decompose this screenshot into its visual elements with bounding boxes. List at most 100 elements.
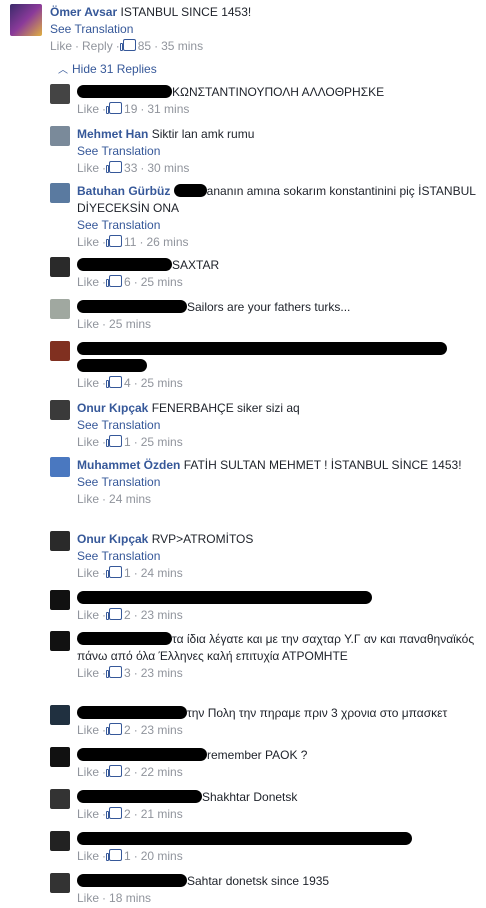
redaction-mark	[77, 706, 187, 719]
comment-text: RVP>ATROMİTOS	[151, 532, 254, 546]
avatar[interactable]	[50, 257, 70, 277]
like-button[interactable]: Like	[77, 317, 99, 331]
like-button[interactable]: Like	[77, 161, 99, 175]
like-button[interactable]: Like	[77, 608, 99, 622]
timestamp[interactable]: 25 mins	[141, 275, 183, 289]
avatar[interactable]	[50, 747, 70, 767]
comment-text: SAXTAR	[172, 258, 220, 272]
avatar[interactable]	[50, 457, 70, 477]
like-count[interactable]: 2	[124, 608, 131, 622]
comment-author[interactable]: Onur Kıpçak	[77, 532, 148, 546]
redaction-mark	[77, 591, 372, 604]
see-translation-link[interactable]: See Translation	[77, 474, 477, 491]
like-button[interactable]: Like	[77, 765, 99, 779]
like-count[interactable]: 85	[138, 39, 151, 53]
timestamp[interactable]: 25 mins	[141, 376, 183, 390]
see-translation-link[interactable]: See Translation	[77, 548, 477, 565]
like-button[interactable]: Like	[50, 39, 72, 53]
like-count[interactable]: 33	[124, 161, 137, 175]
avatar[interactable]	[10, 4, 42, 36]
timestamp[interactable]: 18 mins	[109, 891, 151, 905]
see-translation-link[interactable]: See Translation	[77, 417, 477, 434]
thumbs-up-icon	[119, 39, 136, 51]
thumbs-up-icon	[106, 566, 123, 578]
like-button[interactable]: Like	[77, 566, 99, 580]
redaction-mark	[77, 300, 187, 313]
timestamp[interactable]: 22 mins	[141, 765, 183, 779]
thumbs-up-icon	[106, 435, 123, 447]
like-button[interactable]: Like	[77, 275, 99, 289]
like-count[interactable]: 1	[124, 435, 131, 449]
timestamp[interactable]: 20 mins	[141, 849, 183, 863]
like-count[interactable]: 6	[124, 275, 131, 289]
like-button[interactable]: Like	[77, 376, 99, 390]
redaction-mark	[77, 790, 202, 803]
timestamp[interactable]: 26 mins	[146, 235, 188, 249]
timestamp[interactable]: 23 mins	[141, 723, 183, 737]
comment-author[interactable]: Onur Kıpçak	[77, 401, 148, 415]
comment-author[interactable]: Ömer Avsar	[50, 5, 117, 19]
like-button[interactable]: Like	[77, 849, 99, 863]
timestamp[interactable]: 21 mins	[141, 807, 183, 821]
avatar[interactable]	[50, 705, 70, 725]
redaction-mark	[77, 748, 207, 761]
timestamp[interactable]: 23 mins	[141, 666, 183, 680]
comment-author[interactable]: Batuhan Gürbüz	[77, 184, 170, 198]
like-button[interactable]: Like	[77, 102, 99, 116]
redaction-mark	[77, 632, 172, 645]
avatar[interactable]	[50, 590, 70, 610]
avatar[interactable]	[50, 631, 70, 651]
redaction-mark	[77, 258, 172, 271]
like-count[interactable]: 2	[124, 723, 131, 737]
like-button[interactable]: Like	[77, 492, 99, 506]
see-translation-link[interactable]: See Translation	[77, 143, 477, 160]
comment-text: ISTANBUL SINCE 1453!	[120, 5, 252, 19]
like-count[interactable]: 3	[124, 666, 131, 680]
avatar[interactable]	[50, 400, 70, 420]
avatar[interactable]	[50, 531, 70, 551]
avatar[interactable]	[50, 873, 70, 893]
avatar[interactable]	[50, 831, 70, 851]
hide-replies-label: Hide 31 Replies	[72, 62, 157, 76]
reply-button[interactable]: Reply	[82, 39, 113, 53]
see-translation-link[interactable]: See Translation	[77, 217, 477, 234]
like-button[interactable]: Like	[77, 435, 99, 449]
see-translation-link[interactable]: See Translation	[50, 22, 133, 36]
like-button[interactable]: Like	[77, 891, 99, 905]
like-button[interactable]: Like	[77, 666, 99, 680]
avatar[interactable]	[50, 299, 70, 319]
comment-text: Sailors are your fathers turks...	[187, 300, 351, 314]
like-count[interactable]: 2	[124, 807, 131, 821]
timestamp[interactable]: 23 mins	[141, 608, 183, 622]
avatar[interactable]	[50, 84, 70, 104]
timestamp[interactable]: 31 mins	[147, 102, 189, 116]
comment-text: την Πολη την πηραμε πριν 3 χρονια στο μπ…	[187, 706, 448, 720]
like-count[interactable]: 4	[124, 376, 131, 390]
comment-text: remember PAOK ?	[207, 748, 308, 762]
timestamp[interactable]: 30 mins	[147, 161, 189, 175]
avatar[interactable]	[50, 126, 70, 146]
like-count[interactable]: 2	[124, 765, 131, 779]
avatar[interactable]	[50, 789, 70, 809]
thumbs-up-icon	[106, 723, 123, 735]
like-button[interactable]: Like	[77, 235, 99, 249]
timestamp[interactable]: 24 mins	[109, 492, 151, 506]
timestamp[interactable]: 25 mins	[141, 435, 183, 449]
hide-replies-link[interactable]: ︿ Hide 31 Replies	[58, 61, 157, 76]
like-button[interactable]: Like	[77, 723, 99, 737]
timestamp[interactable]: 24 mins	[141, 566, 183, 580]
like-count[interactable]: 11	[124, 235, 136, 249]
avatar[interactable]	[50, 341, 70, 361]
comment-author[interactable]: Mehmet Han	[77, 127, 148, 141]
like-count[interactable]: 1	[124, 849, 131, 863]
redaction-mark	[77, 342, 447, 355]
thumbs-up-icon	[106, 102, 123, 114]
timestamp[interactable]: 35 mins	[161, 39, 203, 53]
timestamp[interactable]: 25 mins	[109, 317, 151, 331]
thumbs-up-icon	[106, 235, 123, 247]
like-count[interactable]: 1	[124, 566, 131, 580]
like-count[interactable]: 19	[124, 102, 137, 116]
comment-author[interactable]: Muhammet Özden	[77, 458, 180, 472]
avatar[interactable]	[50, 183, 70, 203]
like-button[interactable]: Like	[77, 807, 99, 821]
